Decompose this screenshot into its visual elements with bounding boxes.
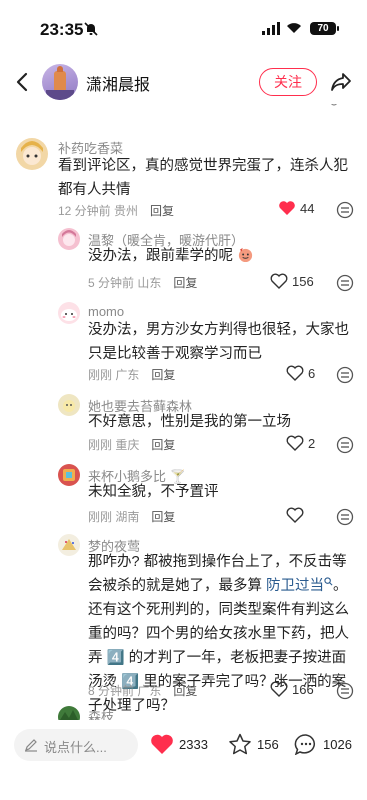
like-count: 2: [308, 435, 316, 451]
status-bar: 23:35 70: [0, 0, 367, 60]
comments-button[interactable]: 1026: [294, 733, 352, 755]
like-count: 44: [300, 200, 315, 216]
heart-outline-icon: [286, 435, 304, 451]
heart-filled-icon: [279, 201, 295, 215]
like-button[interactable]: 6: [286, 365, 315, 381]
pencil-icon: [25, 739, 37, 752]
commenter-name[interactable]: 森枝: [88, 706, 114, 720]
comment-item: 补药吃香菜 看到评论区，真的感觉世界完蛋了，连杀人犯都有人共情 12 分钟前 贵…: [0, 134, 367, 219]
reply-button[interactable]: 回复: [151, 438, 175, 452]
comment-time-location: 5 分钟前 山东: [88, 276, 162, 290]
wifi-icon: [287, 23, 301, 33]
comment-count: 1026: [323, 736, 352, 752]
bell-off-icon: [84, 22, 98, 36]
comment-placeholder: 说点什么...: [44, 740, 107, 755]
comment-time-location: 刚刚 重庆: [88, 438, 140, 452]
previous-item-remnant: [331, 104, 337, 106]
reply-item: 来杯小鹅多比 🍸 未知全貌，不予置评 刚刚 湖南 回复: [0, 462, 367, 526]
battery-indicator: 70: [310, 22, 339, 35]
emoji-sticker-icon: [238, 247, 253, 263]
heart-outline-icon: [270, 681, 288, 697]
article-header: 潇湘晨报 关注: [0, 60, 367, 104]
comment-bubble-icon: [294, 734, 315, 755]
comment-meta: 8 分钟前 广东 回复: [88, 682, 197, 699]
more-options-icon[interactable]: [336, 682, 354, 700]
commenter-avatar[interactable]: [16, 138, 48, 170]
favorite-count: 156: [257, 736, 279, 752]
commenter-avatar[interactable]: [58, 302, 80, 324]
signal-icon: [262, 22, 280, 35]
account-avatar[interactable]: [42, 64, 78, 100]
comment-input[interactable]: 说点什么...: [14, 729, 138, 761]
reply-button[interactable]: 回复: [151, 368, 175, 382]
comment-meta: 刚刚 湖南 回复: [88, 508, 175, 525]
commenter-avatar[interactable]: [58, 228, 80, 250]
comment-meta: 5 分钟前 山东 回复: [88, 274, 197, 291]
commenter-avatar[interactable]: [58, 534, 80, 556]
back-icon[interactable]: [12, 70, 32, 94]
comment-text: 没办法，男方沙女方判得也很轻，大家也只是比较善于观察学习而已: [88, 322, 349, 362]
favorite-button[interactable]: 156: [228, 733, 279, 755]
commenter-name[interactable]: momo: [88, 304, 124, 319]
more-options-icon[interactable]: [336, 274, 354, 292]
heart-outline-icon: [286, 507, 304, 523]
more-options-icon[interactable]: [336, 366, 354, 384]
comment-time-location: 12 分钟前 贵州: [58, 204, 139, 218]
more-options-icon[interactable]: [336, 436, 354, 454]
like-button[interactable]: 2: [286, 435, 315, 451]
heart-filled-icon: [151, 734, 173, 754]
comment-text: 不好意思，性别是我的第一立场: [88, 414, 291, 430]
star-icon: [229, 733, 251, 755]
reply-button[interactable]: 回复: [151, 510, 175, 524]
commenter-avatar[interactable]: [58, 394, 80, 416]
reply-item: momo 没办法，男方沙女方判得也很轻，大家也只是比较善于观察学习而已 刚刚 广…: [0, 300, 367, 384]
reply-button[interactable]: 回复: [173, 276, 197, 290]
like-button[interactable]: 44: [278, 200, 314, 216]
like-post-button[interactable]: 2333: [150, 733, 208, 755]
status-time: 23:35: [40, 20, 84, 39]
comment-time-location: 8 分钟前 广东: [88, 684, 162, 698]
like-count: 166: [292, 681, 314, 697]
comment-list[interactable]: 补药吃香菜 看到评论区，真的感觉世界完蛋了，连杀人犯都有人共情 12 分钟前 贵…: [0, 104, 367, 720]
post-like-count: 2333: [179, 736, 208, 752]
comment-time-location: 刚刚 广东: [88, 368, 140, 382]
more-options-icon[interactable]: [336, 201, 354, 219]
follow-button[interactable]: 关注: [259, 68, 317, 96]
bottom-action-bar: 说点什么... 2333 156 1026: [0, 720, 367, 800]
reply-button[interactable]: 回复: [173, 684, 197, 698]
search-icon: [324, 577, 333, 586]
comment-text: 未知全貌，不予置评: [88, 484, 219, 500]
comment-meta: 刚刚 广东 回复: [88, 366, 175, 383]
account-name[interactable]: 潇湘晨报: [86, 71, 150, 95]
reply-item: 森枝: [0, 704, 367, 720]
keyword-link[interactable]: 防卫过当: [266, 578, 324, 594]
like-count: 6: [308, 365, 316, 381]
heart-outline-icon: [286, 365, 304, 381]
like-button[interactable]: 156: [270, 273, 314, 289]
reply-item: 温黎（暖全肯，暖游代肝） 没办法，跟前辈学的呢 5 分钟前 山东 回复 156: [0, 226, 367, 292]
more-options-icon[interactable]: [336, 508, 354, 526]
reply-button[interactable]: 回复: [150, 204, 174, 218]
heart-outline-icon: [270, 273, 288, 289]
like-button[interactable]: 166: [270, 681, 314, 697]
comment-text: 没办法，跟前辈学的呢: [88, 244, 348, 268]
commenter-avatar[interactable]: [58, 706, 80, 720]
comment-text: 看到评论区，真的感觉世界完蛋了，连杀人犯都有人共情: [58, 158, 348, 198]
comment-meta: 12 分钟前 贵州 回复: [58, 202, 174, 219]
share-icon[interactable]: [330, 72, 352, 92]
like-count: 156: [292, 273, 314, 289]
reply-item: 梦的夜莺 那咋办? 都被拖到操作台上了，不反击等会被杀的就是她了，最多算 防卫过…: [0, 532, 367, 720]
comment-time-location: 刚刚 湖南: [88, 510, 140, 524]
comment-meta: 刚刚 重庆 回复: [88, 436, 175, 453]
commenter-avatar[interactable]: [58, 464, 80, 486]
reply-item: 她也要去苔藓森林 不好意思，性别是我的第一立场 刚刚 重庆 回复 2: [0, 392, 367, 454]
like-button[interactable]: [286, 507, 308, 523]
